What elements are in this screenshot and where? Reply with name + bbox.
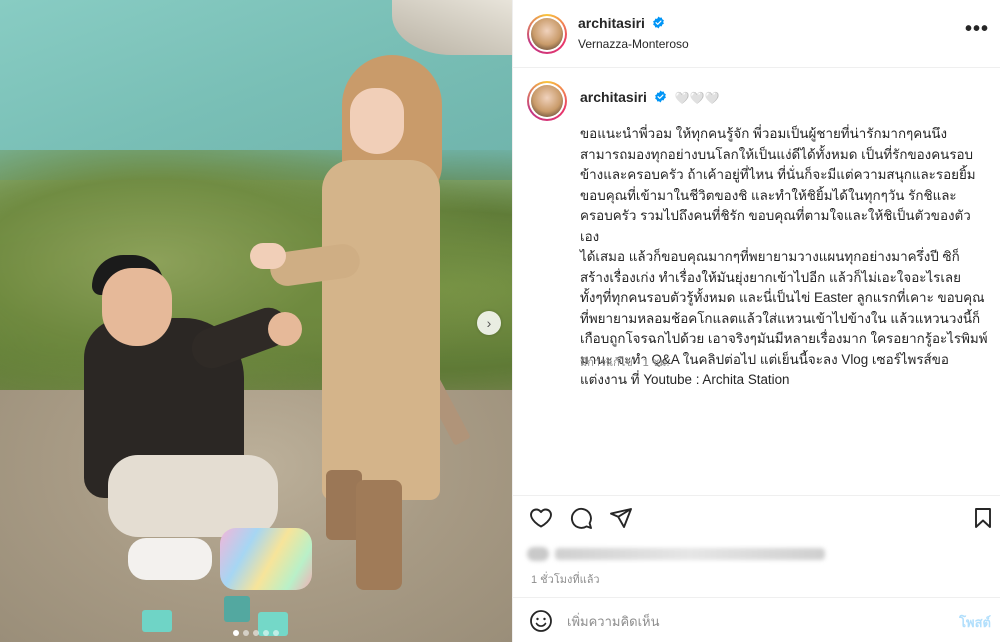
comment-input[interactable]: [567, 611, 927, 631]
verified-badge-icon: [654, 90, 666, 103]
verified-badge-icon: [653, 16, 665, 29]
carousel-dots: [0, 630, 512, 636]
caption-avatar[interactable]: [527, 81, 567, 121]
gift-box: [142, 610, 172, 632]
comment-bar: โพสต์: [513, 597, 1000, 642]
post-timestamp[interactable]: 1 ชั่วโมงที่แล้ว: [531, 570, 600, 588]
bookmark-icon[interactable]: [971, 506, 995, 530]
woman-boot-right: [356, 480, 402, 590]
carousel-next-button[interactable]: ›: [477, 311, 501, 335]
post-sidebar: architasiri Vernazza-Monteroso ••• archi…: [512, 0, 1000, 642]
avatar-image: [531, 85, 563, 117]
caption-meta: มีการแก้ไข · 1 ชม.: [580, 357, 670, 369]
carousel-dot: [263, 630, 269, 636]
more-options-icon[interactable]: •••: [965, 18, 989, 41]
caption-text: ขอแนะนำพี่วอม ให้ทุกคนรู้จัก พี่วอมเป็นผ…: [580, 126, 988, 387]
blurred-avatar: [527, 547, 549, 561]
man-face: [102, 268, 172, 346]
carousel-dot: [243, 630, 249, 636]
woman-hand: [250, 243, 286, 269]
share-icon[interactable]: [609, 506, 633, 530]
blurred-likes-text: [555, 548, 825, 560]
emoji-icon[interactable]: [529, 609, 553, 633]
header-username[interactable]: architasiri: [578, 15, 645, 31]
woman-trench-coat: [322, 160, 440, 500]
woman-face: [350, 88, 404, 154]
post-header: architasiri Vernazza-Monteroso •••: [513, 0, 1000, 68]
carousel-dot: [233, 630, 239, 636]
man-pants: [108, 455, 278, 537]
caption-emojis: 🤍🤍🤍: [674, 91, 720, 105]
carousel-dot: [253, 630, 259, 636]
caption-header: architasiri 🤍🤍🤍: [580, 89, 720, 105]
post-photo[interactable]: ›: [0, 0, 512, 642]
caption-area: architasiri 🤍🤍🤍 ขอแนะนำพี่วอม ให้ทุกคนรู…: [513, 69, 1000, 495]
man-shoe: [128, 538, 212, 580]
action-bar: [513, 495, 1000, 537]
comment-icon[interactable]: [569, 506, 593, 530]
man-hand: [268, 312, 302, 346]
heart-icon[interactable]: [529, 506, 553, 530]
carousel-dot: [273, 630, 279, 636]
chevron-right-icon: ›: [486, 315, 492, 331]
avatar[interactable]: [527, 14, 567, 54]
post-comment-button[interactable]: โพสต์: [959, 612, 991, 633]
gift-box: [224, 596, 250, 622]
gift-bag: [220, 528, 312, 590]
caption-username[interactable]: architasiri: [580, 89, 647, 105]
avatar-image: [531, 18, 563, 50]
likes-summary-redacted[interactable]: [527, 544, 827, 564]
post-location[interactable]: Vernazza-Monteroso: [578, 37, 689, 51]
